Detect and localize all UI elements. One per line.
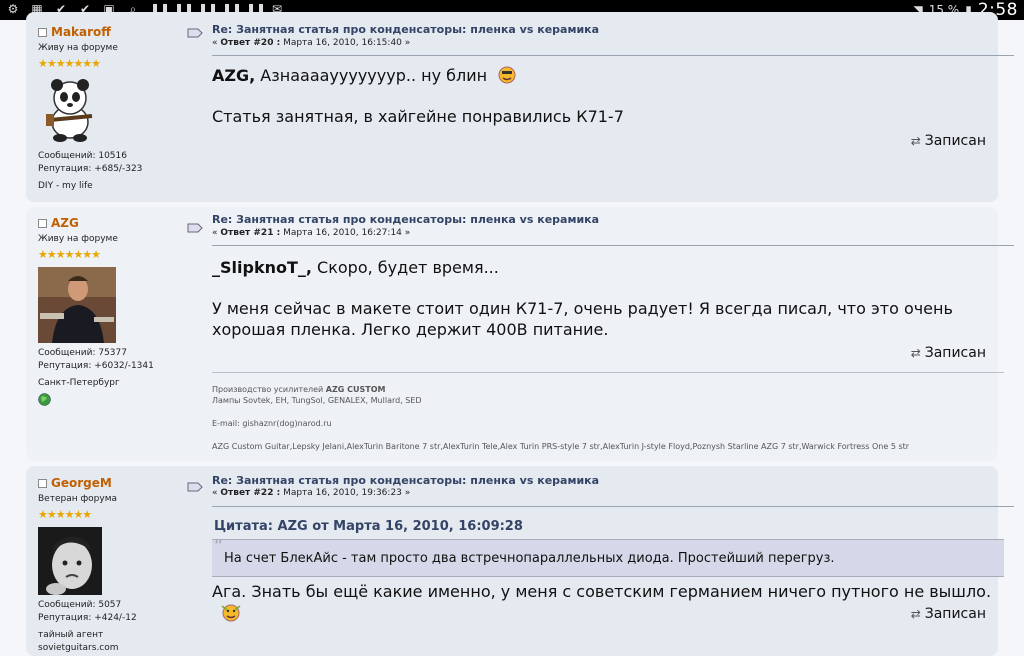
rank-stars: ★★★★★★ (38, 508, 92, 521)
post-text: Ага. Знать бы ещё какие именно, у меня с… (212, 582, 992, 601)
smiley-icon (221, 604, 241, 622)
settings-icon: ⚙ (7, 2, 19, 16)
globe-icon[interactable] (38, 393, 51, 406)
post-text: Статья занятная, в хайгейне понравились … (212, 107, 624, 126)
rank-stars: ★★★★★★★ (38, 57, 101, 70)
saved-status: ⇄ Записан (910, 345, 986, 361)
message-count: Сообщений: 10516 (38, 151, 127, 161)
author-name[interactable]: GeorgeM (51, 476, 112, 490)
forum-post: Makaroff Живу на форуме ★★★★★★★ Сообщени… (26, 12, 1014, 202)
divider (212, 506, 1014, 507)
avatar (38, 527, 102, 595)
post-text: У меня сейчас в макете стоит один К71-7,… (212, 299, 953, 339)
smiley-icon (498, 66, 516, 84)
quote-header[interactable]: Цитата: AZG от Марта 16, 2010, 16:09:28 (214, 519, 523, 534)
quote-block: “ На счет БлекАйс - там просто два встре… (212, 536, 1004, 577)
signature-email: E-mail: gishaznr(dog)narod.ru (212, 419, 332, 428)
reputation: Репутация: +6032/-1341 (38, 361, 154, 371)
author-name[interactable]: AZG (51, 216, 79, 230)
personal-text: DIY - my life (38, 181, 93, 191)
reputation: Репутация: +424/-12 (38, 613, 137, 623)
post-icon (187, 482, 203, 492)
online-status-icon (38, 478, 47, 488)
poster-info: Makaroff Живу на форуме ★★★★★★★ Сообщени… (38, 25, 178, 193)
saved-icon: ⇄ (910, 346, 921, 360)
divider (212, 55, 1014, 56)
divider (212, 245, 1014, 246)
forum-post: AZG Живу на форуме ★★★★★★★ Сообщений: 75… (26, 207, 1014, 461)
saved-icon: ⇄ (910, 607, 921, 621)
signature: Производство усилителей AZG CUSTOM Лампы… (212, 384, 1002, 452)
post-subject[interactable]: Re: Занятная статья про конденсаторы: пл… (212, 213, 599, 226)
post-icon (187, 28, 203, 38)
addressee: AZG, (212, 66, 256, 85)
personal-text: тайный агент sovietguitars.com (38, 630, 119, 653)
reputation: Репутация: +685/-323 (38, 164, 143, 174)
post-body: AZG, Азнааааууууууур.. ну блин Статья за… (212, 65, 1002, 127)
post-subject[interactable]: Re: Занятная статья про конденсаторы: пл… (212, 23, 599, 36)
saved-status: ⇄ Записан (910, 133, 986, 149)
post-icon (187, 223, 203, 233)
rank-stars: ★★★★★★★ (38, 248, 101, 261)
author-role: Живу на форуме (38, 234, 118, 244)
post-meta: « Ответ #22 : Марта 16, 2010, 19:36:23 » (212, 488, 411, 498)
signature-divider (212, 372, 1004, 373)
post-body: Ага. Знать бы ещё какие именно, у меня с… (212, 581, 1002, 623)
message-count: Сообщений: 75377 (38, 348, 127, 358)
poster-info: GeorgeM Ветеран форума ★★★★★★ Сообщений:… (38, 476, 178, 655)
quote-mark-icon: “ (214, 536, 224, 557)
saved-status: ⇄ Записан (910, 606, 986, 622)
saved-icon: ⇄ (910, 134, 921, 148)
online-status-icon (38, 218, 47, 228)
forum-post: GeorgeM Ветеран форума ★★★★★★ Сообщений:… (26, 466, 1014, 656)
message-count: Сообщений: 5057 (38, 600, 122, 610)
author-name[interactable]: Makaroff (51, 25, 111, 39)
avatar (46, 79, 93, 142)
avatar (38, 267, 116, 343)
signature-guitars: AZG Custom Guitar,Lepsky Jelani,AlexTuri… (212, 442, 910, 451)
quote-text: На счет БлекАйс - там просто два встречн… (224, 551, 835, 566)
poster-info: AZG Живу на форуме ★★★★★★★ Сообщений: 75… (38, 216, 178, 406)
author-role: Ветеран форума (38, 494, 118, 504)
post-body: _SlipknoT_, Скоро, будет время... У меня… (212, 257, 1002, 340)
location: Санкт-Петербург (38, 378, 120, 388)
addressee: _SlipknoT_, (212, 258, 312, 277)
post-subject[interactable]: Re: Занятная статья про конденсаторы: пл… (212, 474, 599, 487)
online-status-icon (38, 27, 47, 37)
author-role: Живу на форуме (38, 43, 118, 53)
post-meta: « Ответ #20 : Марта 16, 2010, 16:15:40 » (212, 38, 411, 48)
post-meta: « Ответ #21 : Марта 16, 2010, 16:27:14 » (212, 228, 411, 238)
